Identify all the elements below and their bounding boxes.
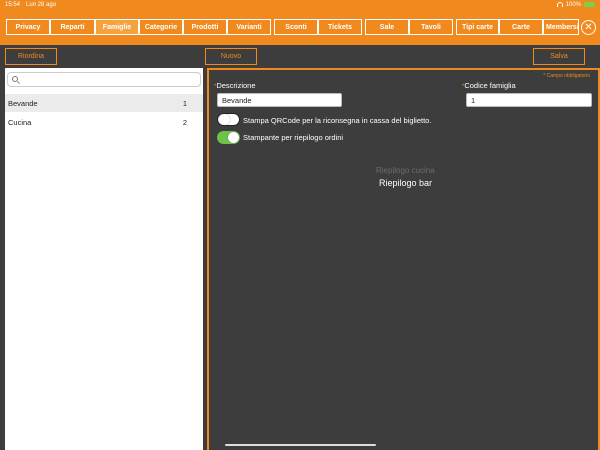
status-date: Lun 28 ago [26, 1, 57, 8]
tab-membership[interactable]: Membersi [543, 19, 579, 35]
list-item-count: 1 [182, 98, 187, 108]
list-item-name: Cucina [8, 117, 32, 127]
battery-icon [584, 2, 595, 7]
family-detail-panel: * Campo obbligatorio *Descrizione Bevand… [207, 68, 600, 450]
reorder-button[interactable]: Riordina [5, 48, 57, 65]
tab-sale[interactable]: Sale [365, 19, 409, 35]
tab-tipi-carte[interactable]: Tipi carte [456, 19, 499, 35]
top-tab-bar: Privacy Reparti Famiglie Categorie Prodo… [0, 9, 600, 45]
qr-toggle[interactable] [217, 113, 240, 126]
required-note: * Campo obbligatorio [543, 73, 590, 79]
toggle-knob [228, 132, 239, 143]
code-field[interactable]: 1 [466, 93, 592, 107]
tab-tavoli[interactable]: Tavoli [409, 19, 453, 35]
close-icon[interactable]: ✕ [581, 20, 596, 35]
search-input[interactable] [7, 72, 201, 87]
description-label: *Descrizione [214, 81, 256, 90]
tab-privacy[interactable]: Privacy [6, 19, 50, 35]
tab-carte[interactable]: Carte [499, 19, 543, 35]
tab-reparti[interactable]: Reparti [50, 19, 95, 35]
scroll-indicator [225, 444, 376, 446]
printer-toggle-label: Stampante per riepilogo ordini [243, 133, 344, 142]
toggle-knob [219, 114, 230, 125]
code-label: *Codice famiglia [462, 81, 516, 90]
tab-categorie[interactable]: Categorie [139, 19, 183, 35]
list-item-name: Bevande [8, 98, 38, 108]
tab-varianti[interactable]: Varianti [227, 19, 271, 35]
status-bar: 15:54 Lun 28 ago 100% [0, 0, 600, 9]
new-button[interactable]: Nuovo [205, 48, 257, 65]
qr-toggle-label: Stampa QRCode per la riconsegna in cassa… [243, 116, 432, 125]
tab-sconti[interactable]: Sconti [274, 19, 318, 35]
tab-tickets[interactable]: Tickets [318, 19, 362, 35]
list-item-count: 2 [182, 117, 187, 127]
list-item[interactable]: Cucina 2 [5, 113, 203, 131]
tab-prodotti[interactable]: Prodotti [183, 19, 227, 35]
wifi-icon [556, 2, 563, 7]
save-button[interactable]: Salva [533, 48, 585, 65]
status-time: 15:54 [5, 1, 21, 8]
family-list-panel: Bevande 1 Cucina 2 [5, 68, 203, 450]
printer-option-bar[interactable]: Riepilogo bar [379, 178, 432, 188]
search-icon [12, 76, 18, 82]
printer-toggle[interactable] [217, 131, 240, 144]
status-right: 100% [556, 1, 595, 8]
tab-famiglie[interactable]: Famiglie [95, 19, 139, 35]
battery-percent: 100% [565, 1, 581, 8]
description-field[interactable]: Bevande [217, 93, 342, 107]
list-item[interactable]: Bevande 1 [5, 94, 203, 112]
printer-option-cucina[interactable]: Riepilogo cucina [376, 166, 435, 175]
